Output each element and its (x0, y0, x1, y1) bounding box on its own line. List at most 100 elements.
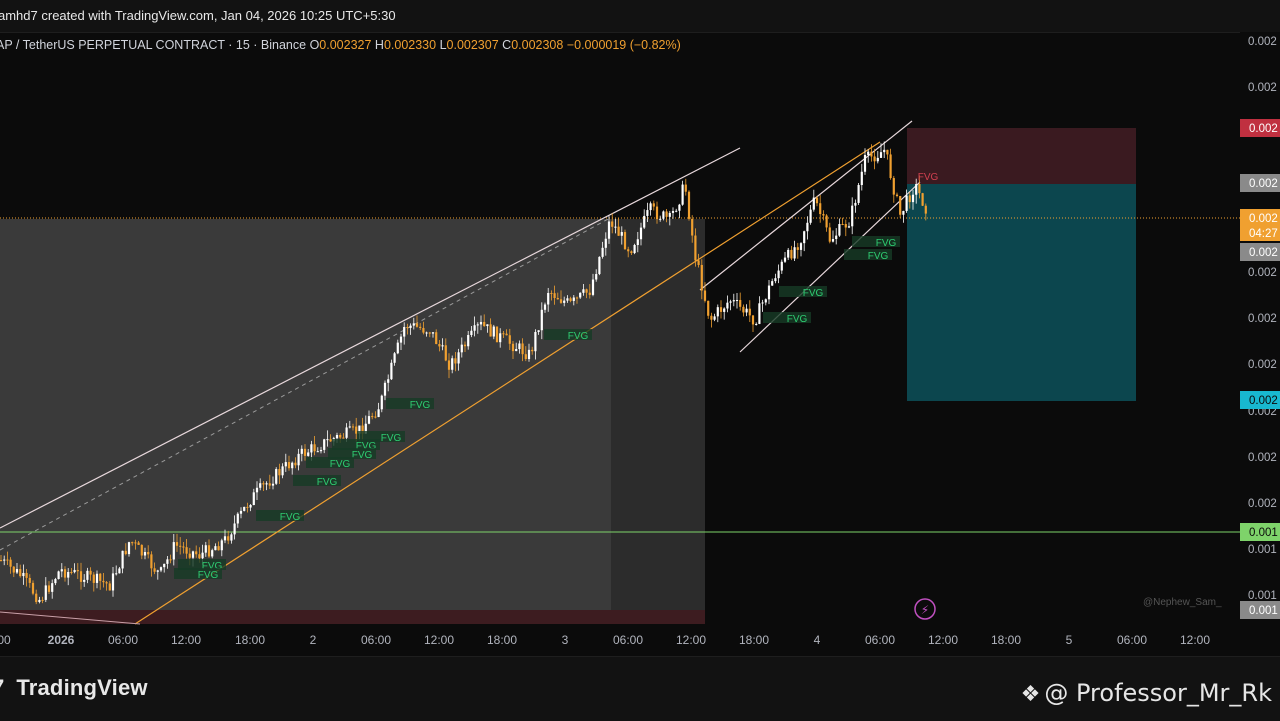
candle-body (582, 289, 585, 293)
candle-body (348, 426, 351, 428)
y-tick-label: 0.002 (1248, 36, 1277, 48)
price-tag-label: 0.002 (1249, 213, 1278, 225)
stop-loss-zone (907, 128, 1136, 184)
candle-body (281, 466, 284, 476)
candle-body (182, 546, 185, 548)
candle-body (3, 559, 6, 561)
candle-body (316, 451, 319, 453)
candle-body (556, 298, 559, 300)
candle-body (492, 326, 495, 337)
fvg-label: FVG (410, 400, 431, 411)
candle-body (220, 540, 223, 551)
candle-body (339, 434, 342, 438)
countdown-label: 04:27 (1249, 228, 1278, 240)
candle-body (643, 215, 646, 228)
candle-body (294, 462, 297, 466)
candle-body (854, 202, 857, 206)
candle-body (41, 599, 44, 601)
candle-body (873, 156, 876, 162)
candle-body (447, 360, 451, 370)
candle-body (604, 238, 607, 248)
candle-body (28, 577, 31, 583)
y-tick-label: 0.002 (1248, 267, 1277, 279)
y-tick-label: 0.001 (1248, 544, 1277, 556)
candle-body (783, 257, 787, 262)
tradingview-logo[interactable]: 7 TradingView (0, 675, 148, 701)
candle-body (211, 550, 214, 557)
candle-body (303, 448, 307, 456)
candle-body (22, 572, 25, 577)
y-tick-label: 0.002 (1248, 82, 1277, 94)
x-tick-label: 06:00 (108, 633, 138, 647)
candle-body (665, 211, 668, 217)
candle-body (908, 195, 911, 203)
candle-body (499, 333, 502, 343)
candle-body (899, 195, 902, 215)
candle-body (44, 585, 47, 600)
tradingview-logo-icon: 7 (0, 675, 10, 701)
candle-body (572, 297, 575, 301)
candle-body (486, 324, 489, 327)
candle-body (393, 353, 396, 363)
candle-body (726, 302, 729, 309)
change-value: −0.000019 (−0.82%) (566, 38, 681, 52)
rising-wedge-upper (699, 120, 913, 291)
candle-body (147, 552, 150, 555)
candle-body (857, 185, 860, 203)
candle-body (268, 483, 271, 486)
candle-body (259, 483, 262, 488)
candle-body (799, 243, 803, 250)
price-chart[interactable]: FVGFVGFVGFVGFVGFVGFVGFVGFVGFVGFVGFVGFVGF… (0, 32, 1280, 656)
tradingview-logo-text: TradingView (16, 675, 148, 700)
candle-body (127, 542, 131, 555)
symbol-name: AP / TetherUS PERPETUAL CONTRACT · 15 · … (0, 38, 307, 52)
x-tick-label: 18:00 (739, 633, 769, 647)
candle-body (825, 215, 828, 228)
candle-body (527, 349, 531, 360)
candle-body (607, 221, 611, 239)
candle-body (524, 354, 527, 360)
candle-body (457, 352, 460, 364)
candle-body (227, 536, 230, 541)
candle-body (828, 227, 831, 242)
close-value: 0.002308 (511, 38, 564, 52)
price-tag-label: 0.001 (1249, 605, 1278, 617)
candle-body (73, 569, 76, 573)
history-shade (0, 219, 611, 611)
x-tick-label: 00 (0, 633, 11, 647)
candle-body (812, 197, 815, 210)
fvg-label: FVG (803, 288, 824, 299)
candle-body (761, 302, 764, 304)
candle-body (563, 300, 566, 303)
candle-body (92, 574, 95, 583)
candle-body (639, 227, 643, 240)
candle-body (0, 560, 3, 561)
candle-body (771, 281, 774, 286)
candle-body (627, 249, 630, 252)
candle-body (684, 184, 687, 192)
candle-body (630, 251, 633, 254)
candle-body (444, 345, 447, 361)
fvg-label: FVG (868, 251, 889, 262)
candle-body (387, 379, 390, 383)
candle-body (67, 571, 70, 578)
candle-body (195, 551, 198, 555)
candle-body (729, 301, 732, 303)
candle-body (409, 325, 412, 328)
candle-body (252, 492, 255, 506)
y-tick-label: 0.002 (1248, 498, 1277, 510)
candle-body (543, 304, 547, 310)
y-tick-label: 0.002 (1248, 313, 1277, 325)
candle-body (716, 307, 719, 317)
candle-body (531, 349, 534, 352)
fvg-red-label: FVG (918, 172, 939, 183)
candle-body (25, 572, 28, 578)
open-label: O (309, 38, 320, 52)
candle-body (191, 551, 195, 558)
candle-body (758, 303, 761, 324)
candle-body (703, 290, 707, 301)
candle-body (806, 222, 809, 232)
candle-body (502, 333, 505, 335)
candle-body (739, 299, 742, 307)
candle-body (518, 343, 521, 350)
